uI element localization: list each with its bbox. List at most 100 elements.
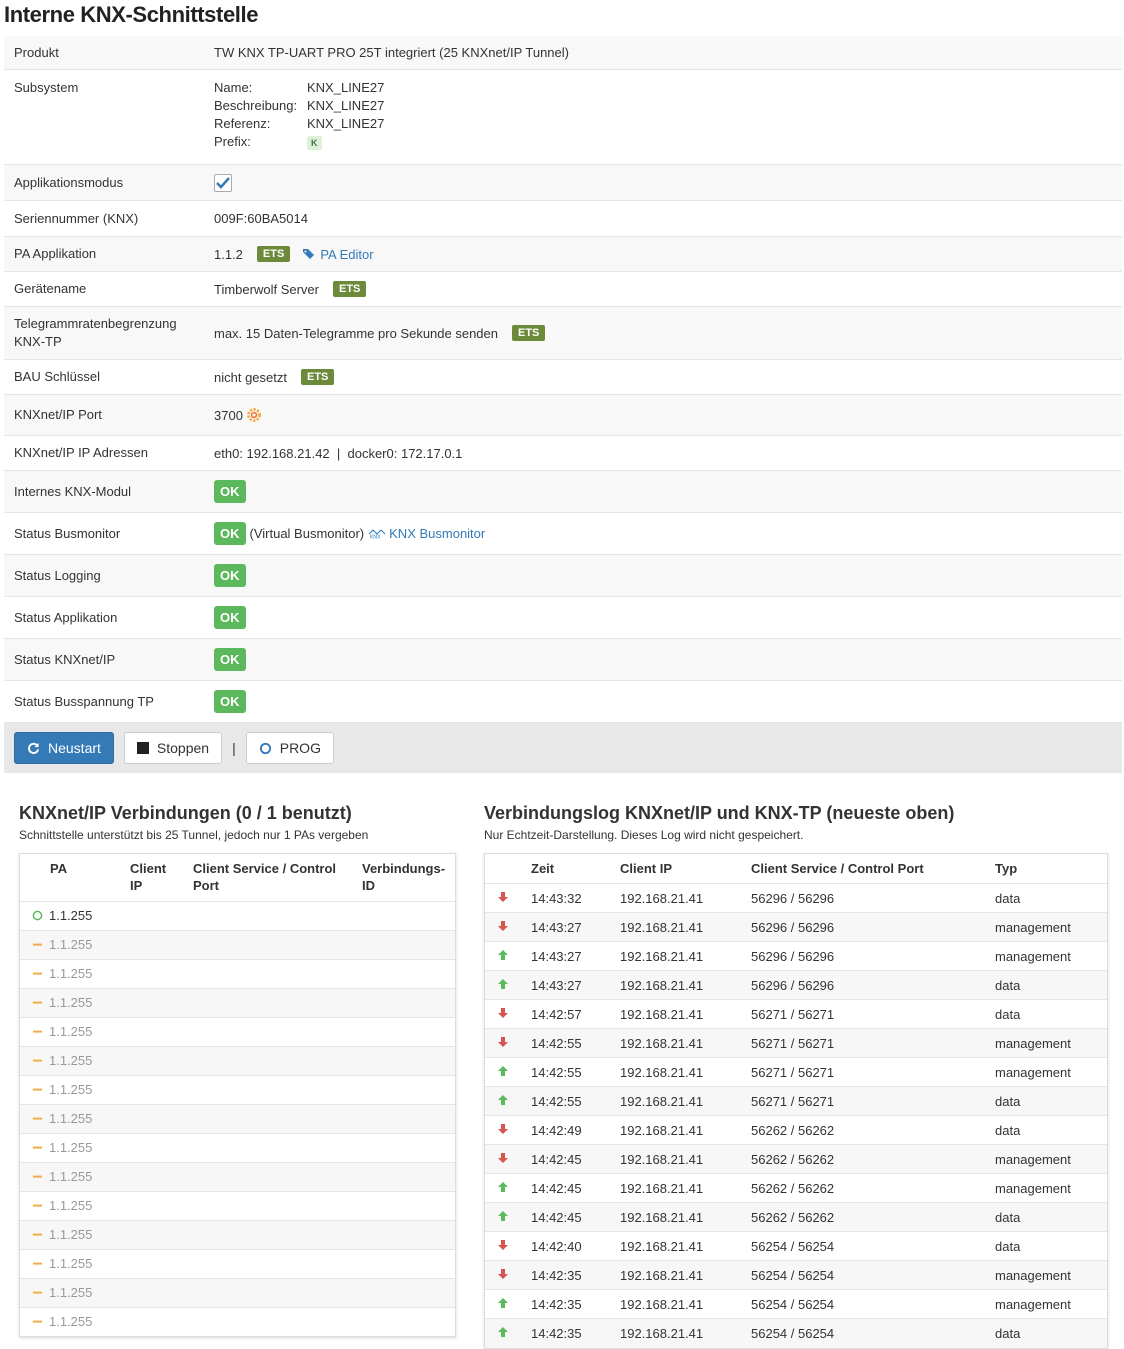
value-ip-adressen: eth0: 192.168.21.42 | docker0: 172.17.0.… <box>214 445 463 461</box>
connection-row: 1.1.255 <box>20 1132 455 1162</box>
knx-busmonitor-link[interactable]: KNX KNX Busmonitor <box>368 526 485 541</box>
connection-row: 1.1.255 <box>20 958 455 988</box>
log-client-port: 56262 / 56262 <box>745 1144 989 1174</box>
row-status-busspannung: Status Busspannung TP OK <box>4 681 1122 723</box>
connection-row: 1.1.255 <box>20 1103 455 1133</box>
connections-panel: KNXnet/IP Verbindungen (0 / 1 benutzt) S… <box>19 800 456 1337</box>
row-geraetename: Gerätename Timberwolf Server ETS <box>4 272 1122 307</box>
prog-label: PROG <box>279 740 321 756</box>
label-status-busspannung: Status Busspannung TP <box>14 693 154 709</box>
log-client-ip: 192.168.21.41 <box>614 999 745 1029</box>
log-client-port: 56296 / 56296 <box>745 941 989 971</box>
circle-icon <box>259 742 271 754</box>
log-client-ip: 192.168.21.41 <box>614 1202 745 1232</box>
log-zeit: 14:42:35 <box>525 1289 614 1319</box>
connection-pa: 1.1.255 <box>49 1110 93 1126</box>
log-table: Zeit Client IP Client Service / Control … <box>485 854 1107 1348</box>
connection-row: 1.1.255 <box>20 900 455 930</box>
log-client-port: 56262 / 56262 <box>745 1115 989 1145</box>
log-row: 14:42:57 192.168.21.41 56271 / 56271 data <box>485 999 1107 1029</box>
log-row: 14:42:40 192.168.21.41 56254 / 56254 data <box>485 1231 1107 1261</box>
applikationsmodus-checkbox[interactable] <box>214 173 232 192</box>
connection-pa: 1.1.255 <box>49 1052 93 1068</box>
log-typ: management <box>989 941 1107 971</box>
log-typ: data <box>989 1086 1107 1116</box>
connection-pa: 1.1.255 <box>49 1023 93 1039</box>
log-row: 14:42:45 192.168.21.41 56262 / 56262 manage… <box>485 1173 1107 1203</box>
log-zeit: 14:42:40 <box>525 1231 614 1261</box>
row-ip-adressen: KNXnet/IP IP Adressen eth0: 192.168.21.4… <box>4 436 1122 471</box>
subsystem-beschreibung-label: Beschreibung: <box>214 98 298 113</box>
knx-busmonitor-label: KNX Busmonitor <box>389 526 486 541</box>
log-client-ip: 192.168.21.41 <box>614 1086 745 1116</box>
log-client-port: 56271 / 56271 <box>745 999 989 1029</box>
arrow-down-icon <box>498 1007 508 1018</box>
connection-row: 1.1.255 <box>20 929 455 959</box>
free-slot-icon <box>32 910 43 920</box>
unused-slot-icon <box>32 1146 43 1149</box>
label-internes-modul: Internes KNX-Modul <box>14 483 132 499</box>
row-applikationsmodus: Applikationsmodus <box>4 165 1122 201</box>
connection-row: 1.1.255 <box>20 1306 455 1336</box>
value-geraetename: Timberwolf Server <box>214 281 319 297</box>
log-client-port: 56296 / 56296 <box>745 912 989 942</box>
connection-row: 1.1.255 <box>20 1248 455 1278</box>
log-zeit: 14:42:35 <box>525 1260 614 1290</box>
log-row: 14:43:32 192.168.21.41 56296 / 56296 data <box>485 883 1107 913</box>
log-row: 14:43:27 192.168.21.41 56296 / 56296 data <box>485 970 1107 1000</box>
log-row: 14:42:49 192.168.21.41 56262 / 56262 data <box>485 1115 1107 1145</box>
pa-editor-link[interactable]: PA Editor <box>302 247 374 262</box>
connection-row: 1.1.255 <box>20 987 455 1017</box>
row-telegrammrate: Telegrammratenbegrenzung KNX-TP max. 15 … <box>4 307 1122 360</box>
log-client-port: 56296 / 56296 <box>745 883 989 913</box>
log-client-ip: 192.168.21.41 <box>614 1115 745 1145</box>
connection-row: 1.1.255 <box>20 1219 455 1249</box>
log-typ: data <box>989 883 1107 913</box>
toolbar-separator: | <box>232 740 236 756</box>
log-zeit: 14:42:55 <box>525 1028 614 1058</box>
unused-slot-icon <box>32 1088 43 1091</box>
log-client-ip: 192.168.21.41 <box>614 1260 745 1290</box>
connection-row: 1.1.255 <box>20 1016 455 1046</box>
log-client-ip: 192.168.21.41 <box>614 970 745 1000</box>
connection-pa: 1.1.255 <box>49 1168 93 1184</box>
log-client-port: 56254 / 56254 <box>745 1260 989 1290</box>
log-typ: management <box>989 912 1107 942</box>
unused-slot-icon <box>32 1117 43 1120</box>
log-row: 14:42:35 192.168.21.41 56254 / 56254 data <box>485 1318 1107 1348</box>
label-pa-applikation: PA Applikation <box>14 246 97 261</box>
gear-icon[interactable] <box>246 407 262 423</box>
arrow-down-icon <box>498 1268 508 1279</box>
col-pa: PA <box>50 861 68 876</box>
arrow-up-icon <box>498 949 508 960</box>
stoppen-label: Stoppen <box>156 740 210 756</box>
ets-badge: ETS <box>512 325 546 341</box>
connections-subtitle: Schnittstelle unterstützt bis 25 Tunnel,… <box>19 828 369 842</box>
log-client-port: 56262 / 56262 <box>745 1173 989 1203</box>
arrow-down-icon <box>498 1152 508 1163</box>
row-status-applikation: Status Applikation OK <box>4 597 1122 639</box>
ets-badge: ETS <box>256 246 291 262</box>
log-zeit: 14:43:27 <box>525 970 614 1000</box>
label-knxnetip-port: KNXnet/IP Port <box>14 407 102 422</box>
value-seriennummer: 009F:60BA5014 <box>214 211 308 226</box>
log-row: 14:42:35 192.168.21.41 56254 / 56254 manage… <box>485 1260 1107 1290</box>
log-zeit: 14:43:27 <box>525 941 614 971</box>
unused-slot-icon <box>32 1233 43 1236</box>
prog-button[interactable]: PROG <box>245 732 334 764</box>
label-applikationsmodus: Applikationsmodus <box>14 174 124 190</box>
neustart-button[interactable]: Neustart <box>14 732 114 764</box>
ets-badge: ETS <box>301 369 335 385</box>
value-knxnetip-port: 3700 <box>214 407 243 423</box>
row-status-knxnetip: Status KNXnet/IP OK <box>4 639 1122 681</box>
log-client-port: 56254 / 56254 <box>745 1318 989 1348</box>
label-status-knxnetip: Status KNXnet/IP <box>14 651 116 667</box>
stoppen-button[interactable]: Stoppen <box>123 732 223 764</box>
unused-slot-icon <box>32 1030 43 1033</box>
log-typ: data <box>989 999 1107 1029</box>
log-row: 14:42:45 192.168.21.41 56262 / 56262 data <box>485 1202 1107 1232</box>
label-geraetename: Gerätename <box>14 281 87 296</box>
log-client-ip: 192.168.21.41 <box>614 1289 745 1319</box>
arrow-up-icon <box>498 1065 508 1076</box>
row-produkt: Produkt TW KNX TP-UART PRO 25T integrier… <box>4 36 1122 70</box>
